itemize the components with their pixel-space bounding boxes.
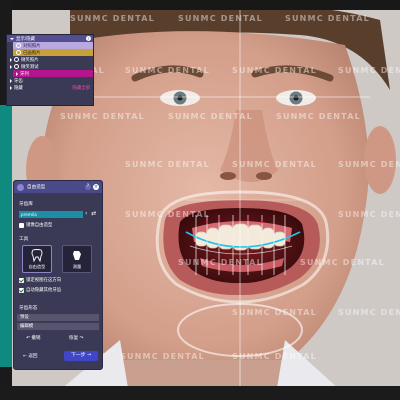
layer-label: 隐藏 <box>14 85 23 91</box>
close-icon[interactable]: × <box>93 184 99 190</box>
layer-label: 微笑测试 <box>21 64 39 70</box>
tool-free-design[interactable]: 自由造型 <box>22 245 52 273</box>
collapse-arrow-icon[interactable] <box>10 64 12 69</box>
mirror-checkbox[interactable] <box>19 222 24 228</box>
layer-item[interactable]: 隐藏 隐藏全部 <box>7 84 93 91</box>
next-arrow-icon: → <box>86 353 91 358</box>
lock-view-checkbox[interactable] <box>19 277 24 283</box>
layer-item[interactable]: 对照照片 <box>13 42 93 49</box>
hide-all-link[interactable]: 隐藏全部 <box>72 85 90 91</box>
free-design-panel: 自由造型 ? × 牙齿库 premila ‹ ⇄ 镜像自由造型 工具 自由造型 … <box>13 180 103 370</box>
watermark: SUNMC DENTAL <box>178 258 263 267</box>
layer-label: 牙列 <box>20 71 29 77</box>
watermark: SUNMC DENTAL <box>338 160 400 169</box>
watermark: SUNMC DENTAL <box>168 112 253 121</box>
preset-row[interactable]: 预设 <box>17 314 99 321</box>
visibility-icon[interactable] <box>16 50 21 55</box>
watermark: SUNMC DENTAL <box>232 352 317 361</box>
collapse-arrow-icon[interactable] <box>10 85 12 90</box>
watermark: SUNMC DENTAL <box>178 14 263 23</box>
layer-item[interactable]: 牙列 <box>13 70 93 77</box>
watermark: SUNMC DENTAL <box>60 112 145 121</box>
collapse-arrow-icon[interactable] <box>16 71 18 76</box>
watermark: SUNMC DENTAL <box>125 160 210 169</box>
layers-panel: 显示/隐藏 ? 对照照片 已画照片 微笑照片 微笑测试 牙列 牙齿 隐藏 隐藏全… <box>6 34 94 106</box>
back-arrow-icon: ← <box>23 354 27 359</box>
watermark: SUNMC DENTAL <box>300 258 385 267</box>
tooth-shape-label: 牙齿形态 <box>19 306 38 311</box>
help-icon[interactable]: ? <box>85 184 91 190</box>
watermark: SUNMC DENTAL <box>125 66 210 75</box>
watermark: SUNMC DENTAL <box>338 308 400 317</box>
undo-icon: ↶ <box>26 336 30 341</box>
restore-label: 恢复 <box>69 336 79 341</box>
watermark: SUNMC DENTAL <box>232 308 317 317</box>
layers-header-label: 显示/隐藏 <box>16 36 36 42</box>
panel-title: 自由造型 <box>27 185 46 190</box>
bottom-frame <box>0 386 400 400</box>
expand-arrow-icon[interactable] <box>10 37 14 40</box>
watermark: SUNMC DENTAL <box>120 352 205 361</box>
next-button[interactable]: 下一步 → <box>64 351 98 361</box>
help-icon[interactable]: ? <box>86 36 91 41</box>
watermark: SUNMC DENTAL <box>125 210 210 219</box>
layer-label: 已画照片 <box>23 50 41 56</box>
option-label: 自动隐藏其他牙齿 <box>26 288 62 293</box>
side-toolbar-strip <box>0 105 12 367</box>
auto-hide-checkbox[interactable] <box>19 287 24 293</box>
visibility-icon[interactable] <box>16 43 21 48</box>
collapse-arrow-icon[interactable] <box>10 57 12 62</box>
watermark: SUNMC DENTAL <box>70 14 155 23</box>
edit-mode-row[interactable]: 编辑模 <box>17 323 99 330</box>
back-label: 返回 <box>28 354 38 359</box>
redo-icon: ↷ <box>79 336 84 341</box>
watermark: SUNMC DENTAL <box>338 210 400 219</box>
undo-label: 撤销 <box>31 336 41 341</box>
watermark: SUNMC DENTAL <box>285 14 370 23</box>
tool-label: 测量 <box>72 264 82 269</box>
watermark: SUNMC DENTAL <box>232 160 317 169</box>
layer-item[interactable]: 已画照片 <box>13 49 93 56</box>
watermark: SUNMC DENTAL <box>276 112 361 121</box>
library-nav-arrows[interactable]: ‹ ⇄ <box>85 210 97 217</box>
tool-label: 自由造型 <box>28 264 46 269</box>
layer-label: 对照照片 <box>23 43 41 49</box>
mirror-label: 镜像自由造型 <box>26 223 53 228</box>
tooth-icon <box>31 249 43 262</box>
tools-label: 工具 <box>19 237 29 242</box>
mirror-option[interactable]: 镜像自由造型 <box>19 222 52 228</box>
layer-item[interactable]: 微笑测试 <box>7 63 93 70</box>
undo-button[interactable]: ↶ 撤销 <box>26 335 41 341</box>
option-label: 锁定视图在这方向 <box>26 278 62 283</box>
top-frame <box>0 0 400 10</box>
collapse-arrow-icon[interactable] <box>10 78 12 83</box>
next-label: 下一步 <box>71 353 86 358</box>
layer-item[interactable]: 牙齿 <box>7 77 93 84</box>
visibility-icon[interactable] <box>14 64 19 69</box>
layer-label: 牙齿 <box>14 78 23 84</box>
layers-header[interactable]: 显示/隐藏 ? <box>7 35 93 42</box>
tool-measure[interactable]: 测量 <box>62 245 92 273</box>
watermark: SUNMC DENTAL <box>232 66 317 75</box>
layer-label: 微笑照片 <box>21 57 39 63</box>
restore-button[interactable]: 恢复 ↷ <box>69 335 84 341</box>
layer-item[interactable]: 微笑照片 <box>7 56 93 63</box>
visibility-icon[interactable] <box>14 57 19 62</box>
measure-icon <box>73 251 81 260</box>
panel-title-bar[interactable]: 自由造型 ? × <box>14 181 102 193</box>
tooth-library-select[interactable]: premila <box>19 211 83 218</box>
tooth-library-label: 牙齿库 <box>19 202 33 207</box>
tooth-design-icon <box>17 183 24 191</box>
lock-view-option[interactable]: 锁定视图在这方向 <box>19 277 61 283</box>
back-button[interactable]: ← 返回 <box>23 353 38 359</box>
auto-hide-option[interactable]: 自动隐藏其他牙齿 <box>19 287 61 293</box>
watermark: SUNMC DENTAL <box>338 66 400 75</box>
